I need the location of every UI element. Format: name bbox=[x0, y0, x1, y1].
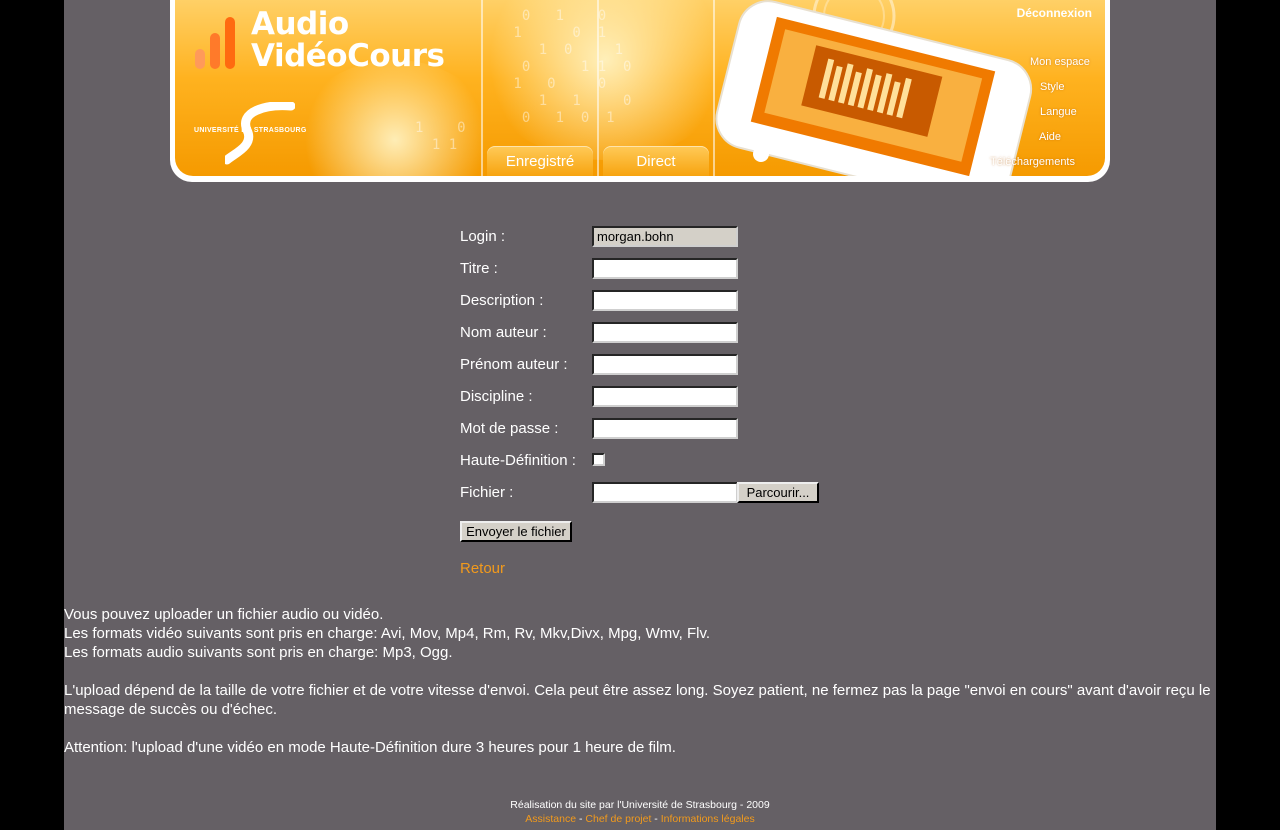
footer-link-informations-legales[interactable]: Informations légales bbox=[661, 813, 755, 825]
discipline-label: Discipline : bbox=[460, 388, 533, 405]
browse-button[interactable]: Parcourir... bbox=[737, 482, 819, 503]
mot-de-passe-label: Mot de passe : bbox=[460, 420, 559, 437]
upload-info: Vous pouvez uploader un fichier audio ou… bbox=[64, 605, 1214, 757]
banner-background: 0 1 0 1 0 1 1 0 1 0 1 1 0 1 0 0 1 1 0 0 … bbox=[175, 0, 1105, 176]
banner-glow bbox=[295, 60, 495, 176]
haute-definition-label: Haute-Définition : bbox=[460, 452, 576, 469]
nav-telechargements[interactable]: Téléchargements bbox=[990, 156, 1075, 168]
footer-links: Assistance - Chef de projet - Informatio… bbox=[64, 812, 1216, 826]
app-logo-title: Audio VidéoCours bbox=[251, 6, 445, 74]
binary-decoration: 1 0 1 1 bbox=[415, 120, 466, 153]
titre-input[interactable] bbox=[592, 258, 738, 279]
info-line: Vous pouvez uploader un fichier audio ou… bbox=[64, 606, 384, 623]
titre-label: Titre : bbox=[460, 260, 498, 277]
tab-enregistre-label: Enregistré bbox=[505, 153, 575, 170]
binary-decoration: 0 1 0 1 0 1 1 0 1 0 1 1 0 1 0 0 1 1 0 0 … bbox=[513, 8, 632, 126]
footer: Réalisation du site par l'Université de … bbox=[64, 798, 1216, 826]
discipline-input[interactable] bbox=[592, 386, 738, 407]
haute-definition-checkbox[interactable] bbox=[592, 453, 605, 466]
prenom-auteur-input[interactable] bbox=[592, 354, 738, 375]
nav-style[interactable]: Style bbox=[1040, 81, 1064, 93]
header-banner: 0 1 0 1 0 1 1 0 1 0 1 1 0 1 0 0 1 1 0 0 … bbox=[170, 0, 1110, 182]
login-label: Login : bbox=[460, 228, 506, 245]
description-input[interactable] bbox=[592, 290, 738, 311]
info-audio-formats: Les formats audio suivants sont pris en … bbox=[64, 644, 453, 661]
footer-separator: - bbox=[651, 813, 661, 825]
footer-link-assistance[interactable]: Assistance bbox=[525, 813, 576, 825]
nom-auteur-input[interactable] bbox=[592, 322, 738, 343]
tab-enregistre[interactable]: Enregistré bbox=[487, 146, 593, 176]
fichier-label: Fichier : bbox=[460, 484, 514, 501]
info-upload-duration: L'upload dépend de la taille de votre fi… bbox=[64, 682, 1211, 718]
media-player-illustration bbox=[715, 0, 1033, 176]
logo-title-line1: Audio bbox=[251, 6, 349, 42]
back-link[interactable]: Retour bbox=[460, 560, 505, 577]
column-separator bbox=[481, 0, 483, 176]
description-label: Description : bbox=[460, 292, 544, 309]
form-row-fichier: Fichier : Parcourir... bbox=[460, 482, 890, 504]
footer-credit: Réalisation du site par l'Université de … bbox=[510, 799, 770, 811]
footer-link-chef-de-projet[interactable]: Chef de projet bbox=[585, 813, 651, 825]
logo-title-line2: VidéoCours bbox=[251, 38, 445, 74]
mot-de-passe-input[interactable] bbox=[592, 418, 738, 439]
nav-mon-espace[interactable]: Mon espace bbox=[1030, 56, 1090, 68]
page-content: 0 1 0 1 0 1 1 0 1 0 1 1 0 1 0 0 1 1 0 0 … bbox=[64, 0, 1216, 830]
prenom-auteur-label: Prénom auteur : bbox=[460, 356, 568, 373]
info-hd-warning: Attention: l'upload d'une vidéo en mode … bbox=[64, 739, 676, 756]
logout-link[interactable]: Déconnexion bbox=[1017, 6, 1092, 20]
nav-aide[interactable]: Aide bbox=[1039, 131, 1061, 143]
file-path-input[interactable] bbox=[592, 482, 738, 503]
university-logo-icon bbox=[225, 102, 295, 165]
nav-langue[interactable]: Langue bbox=[1040, 106, 1077, 118]
login-input[interactable] bbox=[592, 226, 738, 247]
info-video-formats: Les formats vidéo suivants sont pris en … bbox=[64, 625, 711, 642]
nom-auteur-label: Nom auteur : bbox=[460, 324, 547, 341]
column-separator bbox=[597, 0, 599, 176]
tab-direct-label: Direct bbox=[636, 153, 676, 170]
send-file-button[interactable]: Envoyer le fichier bbox=[460, 521, 572, 542]
tab-direct[interactable]: Direct bbox=[603, 146, 709, 176]
